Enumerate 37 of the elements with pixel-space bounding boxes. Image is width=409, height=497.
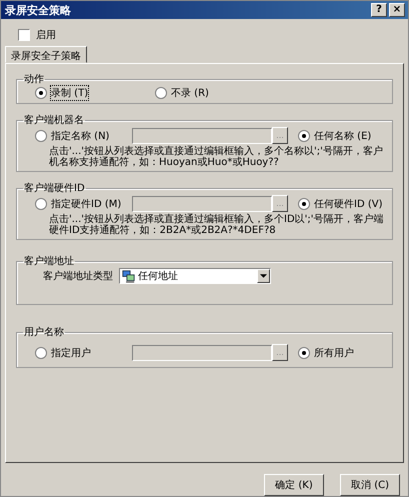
radio-button[interactable] [298, 346, 310, 358]
group-title: 客户端地址 [23, 254, 75, 268]
group-title: 客户端机器名 [23, 114, 85, 127]
radio-button[interactable] [35, 346, 47, 358]
group-title: 动作 [23, 73, 45, 86]
checkbox[interactable] [18, 29, 30, 41]
field-label: 客户端地址类型 [43, 270, 113, 283]
hint-text: 点击'...'按钮从列表选择或直接通过编辑框输入，多个名称以';'号隔开，客户机名称支持通配符，如：Huoyan或Huo*或Huoy?? [48, 144, 384, 168]
ok-button[interactable]: 确定 (K) [264, 474, 324, 496]
radio-button[interactable] [35, 130, 47, 142]
radio-button[interactable] [298, 198, 310, 210]
help-button[interactable]: ? [371, 3, 387, 17]
dropdown[interactable]: 任何地址 [119, 268, 271, 284]
radio-label: 指定用户 [51, 346, 91, 360]
group-title: 客户端硬件ID [23, 182, 86, 195]
input-field[interactable] [132, 344, 272, 360]
radio-label: 指定名称 (N) [51, 130, 110, 142]
radio-button[interactable] [298, 130, 310, 142]
radio-label: 指定硬件ID (M) [51, 198, 122, 210]
input-field[interactable] [132, 196, 272, 212]
tab[interactable]: 录屏安全子策略 [5, 46, 87, 63]
input-field[interactable] [132, 128, 272, 144]
radio-label: 任何硬件ID (V) [314, 198, 382, 210]
checkbox-label: 启用 [36, 28, 56, 42]
computer-icon [122, 270, 135, 282]
radio-label: 所有用户 [314, 346, 354, 360]
group-title: 用户名称 [23, 326, 65, 339]
radio-button[interactable] [35, 87, 47, 99]
window-title: 录屏安全策略 [5, 2, 71, 18]
radio-label: 不录 (R) [171, 87, 209, 100]
close-button[interactable]: × [389, 3, 405, 17]
radio-label: 录制 (T) [51, 86, 88, 100]
radio-button[interactable] [35, 198, 47, 210]
cancel-button[interactable]: 取消 (C) [340, 474, 400, 496]
radio-label: 任何名称 (E) [314, 130, 372, 142]
hint-text: 点击'...'按钮从列表选择或直接通过编辑框输入，多个ID以';'号隔开，客户端硬件ID支持通配符，如：2B2A*或2B2A?*4DEF?8 [48, 212, 384, 236]
radio-button[interactable] [155, 87, 167, 99]
